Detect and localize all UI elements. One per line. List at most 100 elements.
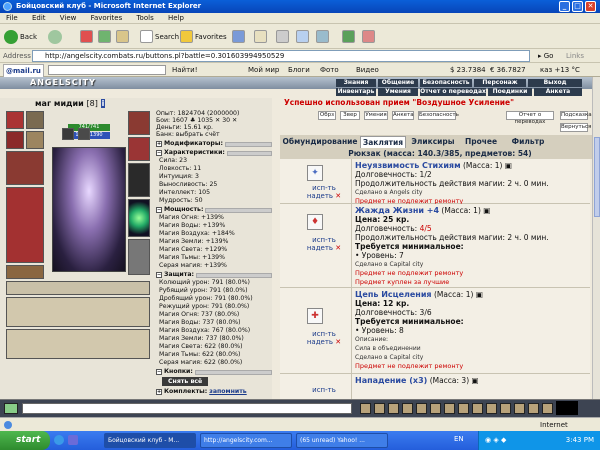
cloak-slot[interactable] bbox=[6, 187, 44, 263]
skills-button[interactable]: Умения bbox=[364, 111, 388, 120]
minimize-button[interactable]: _ bbox=[559, 1, 570, 12]
photo-link[interactable]: Фото bbox=[320, 63, 339, 77]
taskbar-item[interactable]: Бойцовский клуб - M... bbox=[104, 433, 196, 448]
messenger-button[interactable] bbox=[342, 28, 355, 45]
start-button[interactable]: start bbox=[0, 431, 50, 450]
chat-tool-10[interactable] bbox=[486, 403, 497, 414]
shield-slot[interactable] bbox=[128, 199, 150, 237]
chat-icon[interactable] bbox=[4, 403, 18, 414]
chat-input[interactable] bbox=[22, 403, 352, 414]
cross-icon[interactable]: ✚ bbox=[307, 308, 323, 324]
modifiers-section[interactable]: + Модификаторы: bbox=[156, 140, 272, 148]
mailru-search-input[interactable] bbox=[48, 65, 166, 75]
mail-button[interactable] bbox=[254, 28, 267, 45]
stop-button[interactable] bbox=[80, 28, 93, 45]
chat-tool-4[interactable] bbox=[402, 403, 413, 414]
go-button[interactable]: ▸ Go bbox=[538, 52, 553, 60]
nav-character[interactable]: Персонаж bbox=[474, 79, 526, 87]
menu-favorites[interactable]: Favorites bbox=[91, 14, 123, 22]
tab-filter[interactable]: Фильтр bbox=[506, 136, 550, 148]
offhand-slot[interactable] bbox=[128, 163, 150, 197]
blogs-link[interactable]: Блоги bbox=[288, 63, 310, 77]
boots-slot[interactable] bbox=[128, 239, 150, 275]
use-button[interactable]: исп-ть bbox=[294, 330, 354, 338]
edit-button[interactable] bbox=[296, 28, 309, 45]
ie-quicklaunch-icon[interactable] bbox=[54, 435, 64, 445]
video-link[interactable]: Видео bbox=[356, 63, 379, 77]
use-button[interactable]: исп-ть bbox=[294, 184, 354, 192]
menu-view[interactable]: View bbox=[60, 14, 77, 22]
chat-tool-14[interactable] bbox=[542, 403, 553, 414]
quicklaunch-icon[interactable] bbox=[68, 435, 78, 445]
wear-button[interactable]: надеть bbox=[307, 192, 333, 200]
use-button[interactable]: исп-ть bbox=[294, 236, 354, 244]
tray-icons[interactable]: ◉ ◈ ◆ bbox=[485, 436, 506, 444]
taskbar-item[interactable]: (65 unread) Yahoo! ... bbox=[296, 433, 388, 448]
potion-icon[interactable]: ♦ bbox=[307, 214, 323, 230]
use-button[interactable]: исп-ть bbox=[294, 386, 354, 394]
mailru-logo[interactable]: @mail.ru bbox=[3, 64, 44, 78]
return-button[interactable]: Вернуться bbox=[560, 123, 591, 132]
item-name[interactable]: Нападение (x3) bbox=[355, 376, 427, 385]
earring-slot[interactable] bbox=[26, 111, 44, 129]
nav-skills[interactable]: Умения bbox=[378, 88, 418, 96]
item-name[interactable]: Жажда Жизни +4 bbox=[355, 206, 439, 215]
sets-section[interactable]: + Комплекты: запомнить bbox=[156, 388, 272, 396]
chat-tool-2[interactable] bbox=[374, 403, 385, 414]
url-input[interactable]: http://angelscity.combats.ru/buttons.pl?… bbox=[32, 50, 530, 62]
power-section[interactable]: − Мощность: bbox=[156, 206, 272, 214]
delete-icon[interactable]: ✕ bbox=[335, 338, 341, 346]
chat-tool-12[interactable] bbox=[514, 403, 525, 414]
character-avatar[interactable] bbox=[52, 147, 126, 272]
research-button[interactable] bbox=[362, 28, 375, 45]
belt-slot[interactable] bbox=[6, 265, 44, 279]
chat-tool-7[interactable] bbox=[444, 403, 455, 414]
potion-slots[interactable] bbox=[6, 329, 150, 359]
remove-all-button[interactable]: Снять всё bbox=[162, 377, 209, 386]
nav-fights[interactable]: Поединки bbox=[488, 88, 532, 96]
delete-icon[interactable]: ✕ bbox=[335, 244, 341, 252]
delete-icon[interactable]: ✕ bbox=[335, 192, 341, 200]
ring-slot-2[interactable] bbox=[78, 128, 90, 140]
gloves-slot[interactable] bbox=[128, 111, 150, 135]
spell-slots[interactable] bbox=[6, 297, 150, 327]
nav-knowledge[interactable]: Знания bbox=[336, 79, 376, 87]
tab-other[interactable]: Прочее bbox=[460, 136, 502, 148]
back-button[interactable]: Back bbox=[4, 28, 37, 45]
nav-security[interactable]: Безопасность bbox=[420, 79, 472, 87]
language-indicator[interactable]: EN bbox=[454, 435, 464, 443]
info-icon[interactable]: i bbox=[100, 99, 106, 108]
character-name[interactable]: маг мидии [8] i bbox=[35, 99, 106, 108]
mymir-link[interactable]: Мой мир bbox=[248, 63, 279, 77]
tab-equipment[interactable]: Обмундирование bbox=[282, 136, 358, 148]
weapon-slot[interactable] bbox=[26, 131, 44, 149]
wear-button[interactable]: надеть bbox=[307, 244, 333, 252]
links-label[interactable]: Links bbox=[566, 52, 584, 60]
transfers-button[interactable]: Отчет о переводах bbox=[506, 111, 554, 125]
security-button[interactable]: Безопасность bbox=[418, 111, 459, 120]
obraz-button[interactable]: Обрз bbox=[318, 111, 336, 120]
chat-tool-11[interactable] bbox=[500, 403, 511, 414]
history-button[interactable] bbox=[232, 28, 245, 45]
menu-edit[interactable]: Edit bbox=[32, 14, 46, 22]
hint-button[interactable]: Подсказка bbox=[560, 111, 592, 120]
remember-link[interactable]: запомнить bbox=[209, 388, 246, 396]
forward-button[interactable] bbox=[48, 28, 62, 45]
wear-button[interactable]: надеть bbox=[307, 338, 333, 346]
discuss-button[interactable] bbox=[316, 28, 329, 45]
find-button[interactable]: Найти! bbox=[172, 63, 198, 77]
refresh-button[interactable] bbox=[98, 28, 111, 45]
armor-slot[interactable] bbox=[6, 151, 44, 185]
favorites-button[interactable]: Favorites bbox=[180, 28, 227, 45]
maximize-button[interactable]: □ bbox=[572, 1, 583, 12]
item-name[interactable]: Цепь Исцеления bbox=[355, 290, 432, 299]
menu-tools[interactable]: Tools bbox=[136, 14, 153, 22]
nav-profile[interactable]: Анкета bbox=[534, 88, 582, 96]
chat-tool-13[interactable] bbox=[528, 403, 539, 414]
chat-tool-3[interactable] bbox=[388, 403, 399, 414]
page-scrollbar[interactable] bbox=[592, 77, 600, 399]
chat-tool-9[interactable] bbox=[472, 403, 483, 414]
quick-slots[interactable] bbox=[6, 281, 150, 295]
helmet-slot[interactable] bbox=[6, 111, 24, 129]
search-button[interactable]: Search bbox=[140, 28, 179, 45]
